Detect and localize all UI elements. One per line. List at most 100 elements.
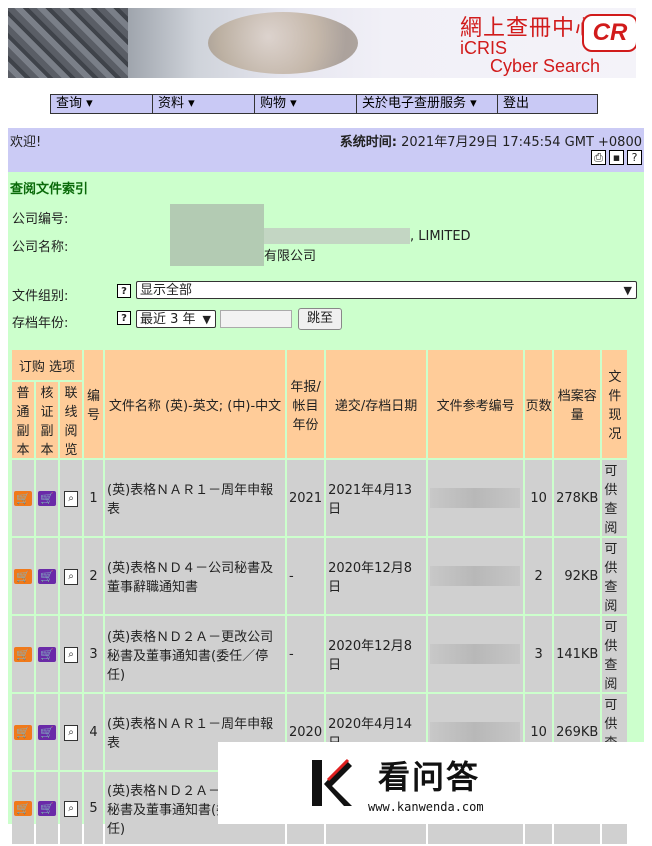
order-options-header: 订购 选项	[12, 350, 82, 380]
col-certified-header: 核证副本	[36, 382, 58, 458]
table-row: 🛒 🛒 ⌕ 3 (英)表格ＮＤ２Ａ－更改公司秘書及董事通知書(委任／停任) - …	[12, 616, 628, 692]
row-number: 3	[84, 616, 103, 692]
welcome-bar: 欢迎! 系统时间: 2021年7月29日 17:45:54 GMT +0800 …	[8, 128, 644, 172]
col-number-header: 编号	[84, 350, 103, 458]
document-group-label: 文件组别:	[12, 289, 69, 304]
go-button[interactable]: 跳至	[298, 308, 342, 330]
page-title: 查阅文件索引	[10, 182, 89, 197]
menu-shopping[interactable]: 购物 ▾	[255, 95, 357, 113]
filing-year-select[interactable]: 最近 3 年 ▼	[136, 310, 216, 328]
preview-icon[interactable]: ⌕	[64, 800, 78, 817]
header-banner: 網上查冊中心 CR iCRIS Cyber Search Centre	[8, 8, 636, 78]
document-group-select[interactable]: 显示全部 ▼	[136, 281, 637, 299]
report-year: -	[287, 538, 325, 614]
row-number: 4	[84, 694, 103, 770]
cart-icon[interactable]: 🛒	[14, 490, 32, 506]
col-name-header: 文件名称 (英)-英文; (中)-中文	[105, 350, 285, 458]
document-name: (英)表格ＮＤ４－公司秘書及董事辭職通知書	[105, 538, 285, 614]
col-copy-header: 普通副本	[12, 382, 34, 458]
system-time: 系统时间: 2021年7月29日 17:45:54 GMT +0800	[340, 131, 642, 150]
filing-date: 2020年12月8日	[326, 538, 427, 614]
menu-info[interactable]: 资料 ▾	[153, 95, 255, 113]
col-ref-header: 文件参考编号	[428, 350, 524, 458]
file-size: 141KB	[554, 616, 601, 692]
file-size: 92KB	[554, 538, 601, 614]
cart-icon[interactable]: 🛒	[38, 800, 56, 816]
system-time-value: 2021年7月29日 17:45:54 GMT +0800	[401, 135, 642, 150]
row-number: 5	[84, 772, 103, 844]
preview-icon[interactable]: ⌕	[64, 568, 78, 585]
file-size: 278KB	[554, 460, 601, 536]
preview-icon[interactable]: ⌕	[64, 646, 78, 663]
watermark-brand: 看问答	[378, 758, 481, 796]
save-icon[interactable]: ▪	[609, 150, 624, 165]
document-name: (英)表格ＮＤ２Ａ－更改公司秘書及董事通知書(委任／停任)	[105, 616, 285, 692]
preview-icon[interactable]: ⌕	[64, 724, 78, 741]
col-status-header: 文件现况	[602, 350, 628, 458]
row-number: 2	[84, 538, 103, 614]
watermark-url: www.kanwenda.com	[368, 800, 484, 814]
menu-about-service[interactable]: 关於电子查册服务 ▾	[357, 95, 498, 113]
cart-icon[interactable]: 🛒	[38, 490, 56, 506]
main-menu-bar: 查询 ▾ 资料 ▾ 购物 ▾ 关於电子查册服务 ▾ 登出	[50, 94, 598, 114]
page-count: 2	[525, 538, 553, 614]
table-row: 🛒 🛒 ⌕ 1 (英)表格ＮＡＲ１－周年申報表 2021 2021年4月13日 …	[12, 460, 628, 536]
menu-logout[interactable]: 登出	[498, 95, 597, 113]
page-count: 10	[525, 460, 553, 536]
document-group-value: 显示全部	[140, 283, 193, 298]
reference-number-redacted	[428, 460, 524, 536]
print-icon[interactable]: ⎙	[591, 150, 606, 165]
cart-icon[interactable]: 🛒	[14, 568, 32, 584]
filing-date: 2021年4月13日	[326, 460, 427, 536]
cart-icon[interactable]: 🛒	[38, 646, 56, 662]
col-size-header: 档案容量	[554, 350, 601, 458]
company-name-label: 公司名称:	[12, 240, 69, 255]
cart-icon[interactable]: 🛒	[14, 724, 32, 740]
cr-logo: CR	[582, 14, 636, 52]
cart-icon[interactable]: 🛒	[14, 646, 32, 662]
document-status: 可供查阅	[602, 538, 628, 614]
col-pages-header: 页数	[525, 350, 553, 458]
help-icon[interactable]: ?	[117, 311, 131, 325]
help-icon[interactable]: ?	[627, 150, 642, 165]
document-status: 可供查阅	[602, 616, 628, 692]
chevron-down-icon: ▼	[623, 284, 632, 297]
year-text-input[interactable]	[220, 310, 292, 328]
page-count: 3	[525, 616, 553, 692]
cart-icon[interactable]: 🛒	[38, 724, 56, 740]
col-online-header: 联线阅览	[60, 382, 82, 458]
company-name-en-suffix: , LIMITED	[410, 229, 471, 244]
redacted-company-number	[170, 204, 264, 266]
brand-cyber-search-centre: Cyber Search Centre	[490, 56, 601, 78]
cart-icon[interactable]: 🛒	[38, 568, 56, 584]
system-time-label: 系统时间:	[339, 135, 397, 150]
filing-date: 2020年12月8日	[326, 616, 427, 692]
help-icon[interactable]: ?	[117, 284, 131, 298]
report-year: -	[287, 616, 325, 692]
preview-icon[interactable]: ⌕	[64, 490, 78, 507]
filing-year-label: 存档年份:	[12, 316, 69, 331]
welcome-text: 欢迎!	[10, 135, 42, 150]
page-tools: ⎙ ▪ ?	[591, 150, 642, 165]
reference-number-redacted	[428, 538, 524, 614]
menu-search[interactable]: 查询 ▾	[51, 95, 153, 113]
chevron-down-icon: ▼	[202, 313, 211, 326]
document-name: (英)表格ＮＡＲ１－周年申報表	[105, 460, 285, 536]
cart-icon[interactable]: 🛒	[14, 800, 32, 816]
main-content: 查阅文件索引 公司编号: 公司名称: , LIMITED 有限公司 文件组别: …	[8, 172, 644, 844]
company-name-cn-suffix: 有限公司	[264, 249, 317, 264]
report-year: 2021	[287, 460, 325, 536]
kanwenda-logo-icon	[312, 758, 352, 806]
col-year-header: 年报/帐目年份	[287, 350, 325, 458]
col-date-header: 递交/存档日期	[326, 350, 427, 458]
filing-year-value: 最近 3 年	[140, 312, 196, 327]
row-number: 1	[84, 460, 103, 536]
document-status: 可供查阅	[602, 460, 628, 536]
banner-photo	[8, 8, 128, 78]
table-row: 🛒 🛒 ⌕ 2 (英)表格ＮＤ４－公司秘書及董事辭職通知書 - 2020年12月…	[12, 538, 628, 614]
watermark-overlay: 看问答 www.kanwenda.com	[218, 742, 652, 824]
banner-globe-graphic	[208, 12, 358, 74]
reference-number-redacted	[428, 616, 524, 692]
company-number-label: 公司编号:	[12, 212, 69, 227]
redacted-company-name	[264, 228, 410, 244]
